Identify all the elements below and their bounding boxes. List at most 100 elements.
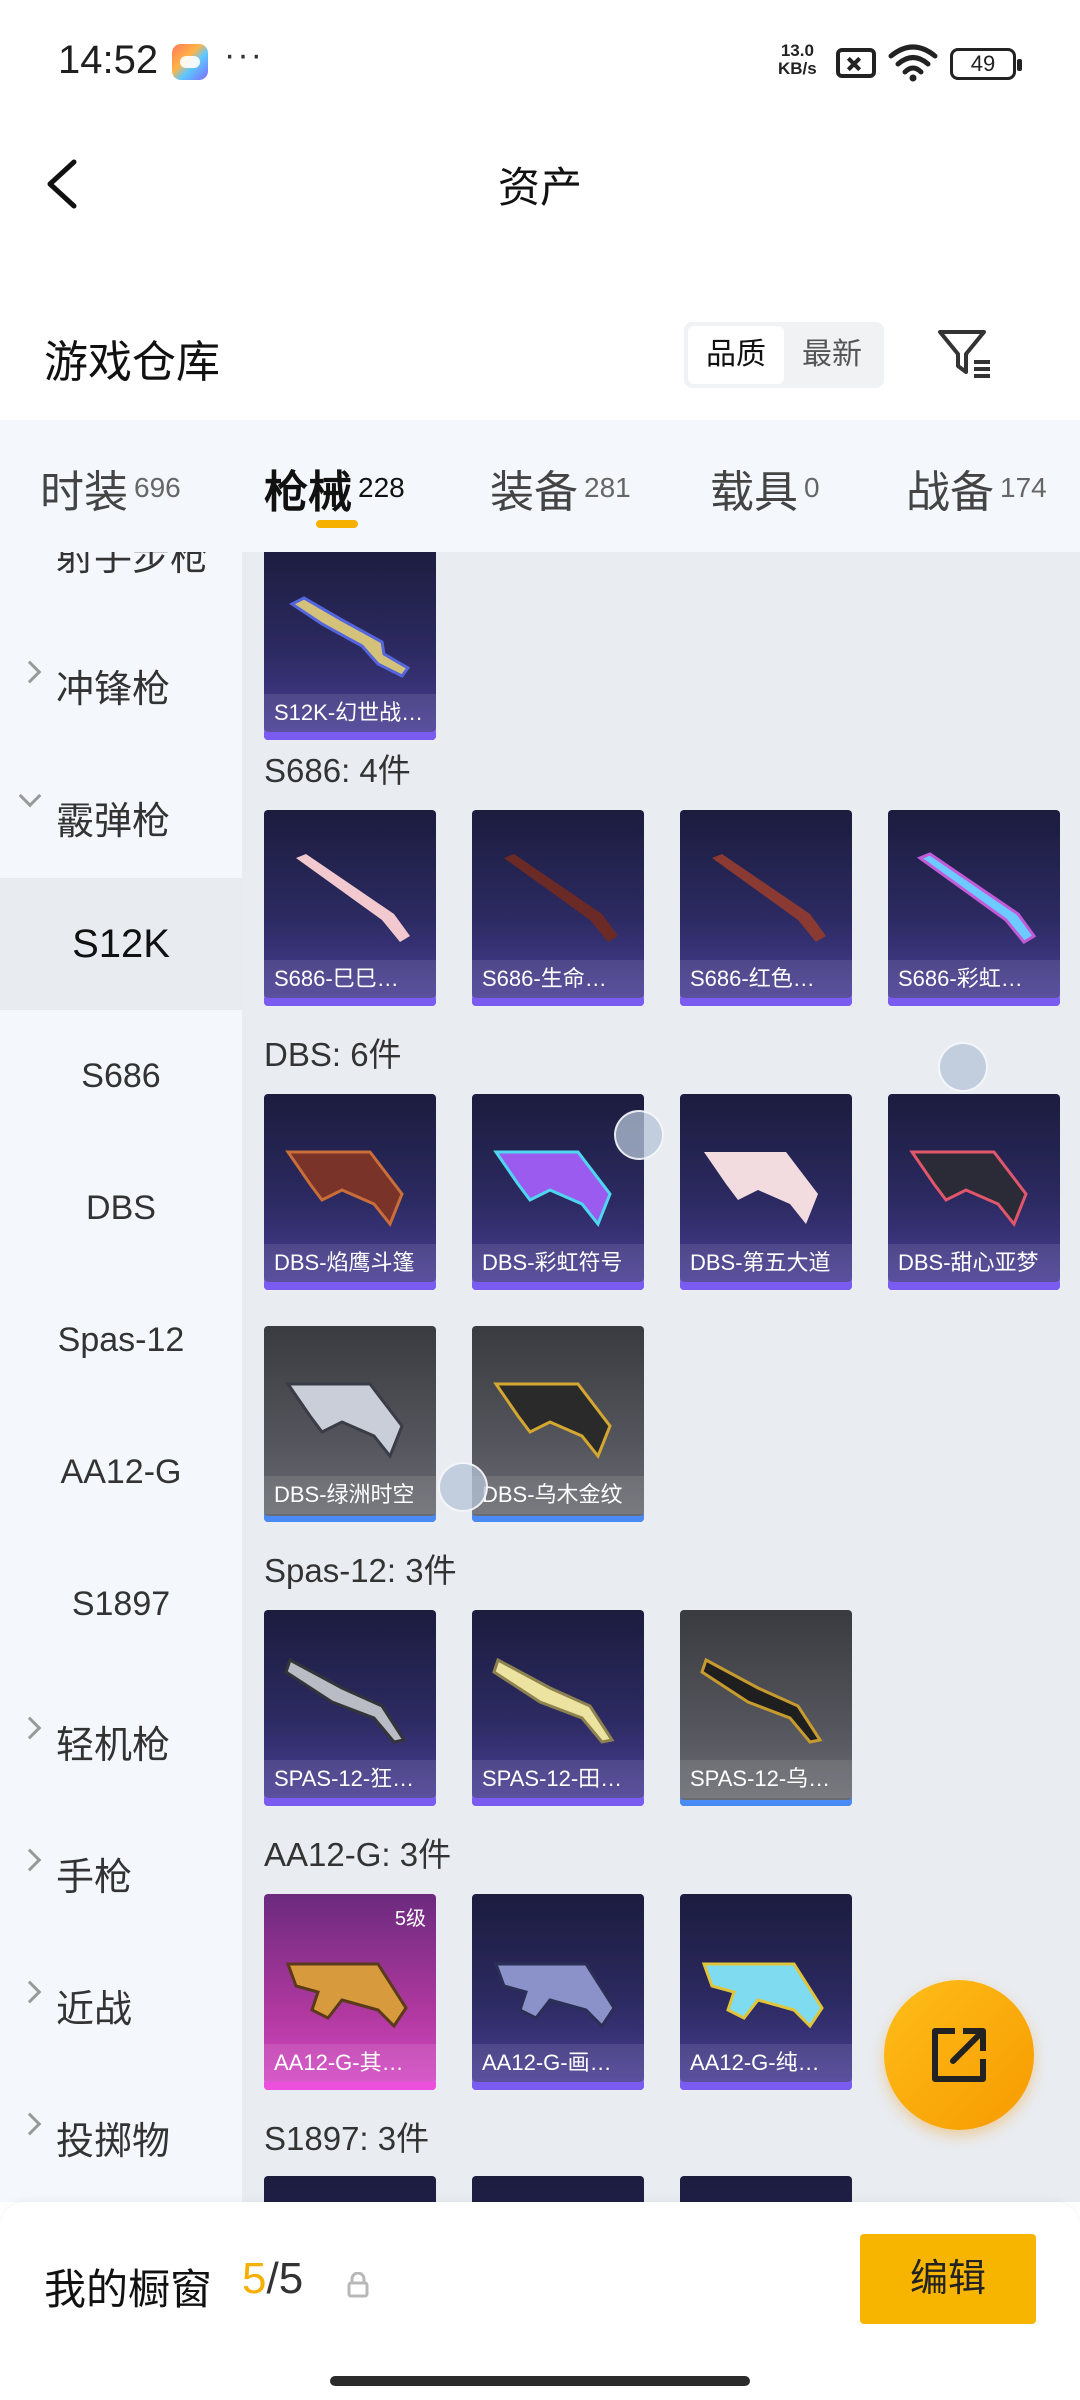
- weapon-card[interactable]: DBS-焰鹰斗篷: [264, 1094, 436, 1290]
- game-app-icon: [172, 44, 208, 80]
- sidebar-item-label: 霰弹枪: [56, 801, 171, 843]
- shotgun-skin-icon: [493, 1962, 616, 2029]
- shotgun-skin-icon: [493, 1382, 612, 1459]
- weapon-card[interactable]: S686-红色…: [680, 810, 852, 1006]
- sidebar-item-shotgun[interactable]: 霰弹枪: [0, 746, 242, 878]
- tab-count: 696: [134, 472, 181, 503]
- tab-supplies[interactable]: 战备 174: [906, 456, 1047, 520]
- sidebar-sub-s12k[interactable]: S12K: [0, 878, 242, 1010]
- shotgun-skin-icon: [285, 1382, 404, 1459]
- sidebar-sub-s1897[interactable]: S1897: [0, 1538, 242, 1670]
- weapon-card[interactable]: SPAS-12-乌…: [680, 1610, 852, 1806]
- sort-by-newest-button[interactable]: 最新: [784, 326, 880, 384]
- shotgun-skin-icon: [285, 1962, 408, 2029]
- edit-button[interactable]: 编辑: [860, 2234, 1036, 2324]
- no-sim-icon: [836, 48, 876, 78]
- weapon-type-sidebar: 射手步枪 冲锋枪 霰弹枪 S12K S686 DBS Spas-12 AA12-…: [0, 552, 242, 2202]
- weapon-card-label: DBS-绿洲时空: [264, 1476, 436, 1514]
- tab-firearms[interactable]: 枪械 228: [264, 456, 405, 520]
- tab-equipment[interactable]: 装备 281: [490, 456, 631, 520]
- weapon-card[interactable]: S686-彩虹…: [888, 810, 1060, 1006]
- category-tabs: 时装 696 枪械 228 装备 281 载具 0 战备 174: [0, 420, 1080, 552]
- sidebar-sub-spas12[interactable]: Spas-12: [0, 1274, 242, 1406]
- status-bar: 14:52 ··· 13.0 KB/s 49: [0, 0, 1080, 128]
- weapon-card[interactable]: DBS-第五大道: [680, 1094, 852, 1290]
- group-title-spas12: Spas-12: 3件: [264, 1552, 457, 1589]
- weapon-grid: S12K-幻世战… S686: 4件 S686-巳巳… S686-生命… S68…: [242, 552, 1080, 2202]
- sidebar-sub-dbs[interactable]: DBS: [0, 1142, 242, 1274]
- tab-count: 0: [804, 472, 820, 503]
- weapon-card[interactable]: [680, 2176, 852, 2202]
- tab-label: 时装: [40, 468, 128, 517]
- network-speed: 13.0 KB/s: [778, 42, 817, 78]
- chevron-down-icon: [18, 784, 42, 808]
- weapon-card[interactable]: [472, 2176, 644, 2202]
- sidebar-item-smg[interactable]: 冲锋枪: [0, 614, 242, 746]
- weapon-card-label: S686-巳巳…: [264, 960, 436, 998]
- more-notifications-icon: ···: [224, 36, 264, 74]
- page-title: 资产: [497, 164, 582, 211]
- sidebar-item-pistol[interactable]: 手枪: [0, 1802, 242, 1934]
- network-speed-value: 13.0: [780, 41, 814, 60]
- weapon-card[interactable]: AA12-G-画…: [472, 1894, 644, 2090]
- weapon-card[interactable]: S12K-幻世战…: [264, 552, 436, 740]
- share-icon: [932, 2028, 986, 2082]
- group-title-s1897: S1897: 3件: [264, 2120, 430, 2157]
- weapon-card[interactable]: SPAS-12-狂…: [264, 1610, 436, 1806]
- shotgun-skin-icon: [704, 1152, 818, 1224]
- weapon-card[interactable]: DBS-绿洲时空: [264, 1326, 436, 1522]
- sidebar-item-label: 射手步枪: [56, 552, 209, 579]
- sidebar-item-melee[interactable]: 近战: [0, 1934, 242, 2066]
- battery-indicator: 49: [950, 48, 1022, 80]
- share-button[interactable]: [884, 1980, 1034, 2130]
- weapon-card[interactable]: [264, 2176, 436, 2202]
- sidebar-item-throwable[interactable]: 投掷物: [0, 2066, 242, 2198]
- sidebar-item-label: 投掷物: [56, 2121, 171, 2163]
- weapon-card-label: DBS-第五大道: [680, 1244, 852, 1282]
- sidebar-sub-aa12g[interactable]: AA12-G: [0, 1406, 242, 1538]
- sort-by-quality-button[interactable]: 品质: [688, 326, 784, 384]
- touch-indicator: [438, 1462, 488, 1512]
- tab-vehicles[interactable]: 载具 0: [710, 456, 820, 520]
- filter-icon[interactable]: [934, 322, 994, 382]
- weapon-card[interactable]: DBS-甜心亚梦: [888, 1094, 1060, 1290]
- sidebar-item-marksman-rifle[interactable]: 射手步枪: [0, 552, 242, 614]
- sidebar-item-label: 冲锋枪: [56, 669, 171, 711]
- home-indicator[interactable]: [330, 2376, 750, 2386]
- touch-indicator: [938, 1042, 988, 1092]
- chevron-right-icon: [18, 1716, 42, 1740]
- weapon-card[interactable]: 5级 AA12-G-其…: [264, 1894, 436, 2090]
- active-tab-indicator: [316, 520, 358, 528]
- showcase-current: 5: [242, 2254, 267, 2303]
- weapon-card[interactable]: DBS-乌木金纹: [472, 1326, 644, 1522]
- shotgun-skin-icon: [492, 1657, 615, 1744]
- weapon-card-label: DBS-焰鹰斗篷: [264, 1244, 436, 1282]
- wifi-icon: [888, 44, 938, 82]
- chevron-right-icon: [18, 1980, 42, 2004]
- tab-fashion[interactable]: 时装 696: [40, 456, 181, 520]
- weapon-card-label: SPAS-12-狂…: [264, 1760, 436, 1798]
- weapon-card[interactable]: S686-生命…: [472, 810, 644, 1006]
- shotgun-skin-icon: [284, 1657, 407, 1744]
- group-title-aa12g: AA12-G: 3件: [264, 1836, 452, 1873]
- weapon-card[interactable]: AA12-G-纯…: [680, 1894, 852, 2090]
- group-title-dbs: DBS: 6件: [264, 1036, 402, 1073]
- shotgun-skin-icon: [916, 852, 1037, 944]
- weapon-card[interactable]: S686-巳巳…: [264, 810, 436, 1006]
- showcase-bar: 我的橱窗 5/5 编辑: [0, 2202, 1080, 2400]
- weapon-card-label: S686-生命…: [472, 960, 644, 998]
- weapon-card[interactable]: SPAS-12-田…: [472, 1610, 644, 1806]
- showcase-count: 5/5: [242, 2254, 303, 2304]
- tab-count: 228: [358, 472, 405, 503]
- sidebar-item-label: 手枪: [56, 1857, 133, 1899]
- group-title-s686: S686: 4件: [264, 752, 411, 789]
- weapon-card-label: DBS-甜心亚梦: [888, 1244, 1060, 1282]
- network-speed-unit: KB/s: [778, 59, 817, 78]
- status-time: 14:52: [58, 38, 159, 82]
- weapon-card-label: S686-红色…: [680, 960, 852, 998]
- tab-count: 281: [584, 472, 631, 503]
- level-badge: 5级: [394, 1908, 426, 1930]
- sidebar-item-lmg[interactable]: 轻机枪: [0, 1670, 242, 1802]
- weapon-card-label: AA12-G-纯…: [680, 2044, 852, 2082]
- sidebar-sub-s686[interactable]: S686: [0, 1010, 242, 1142]
